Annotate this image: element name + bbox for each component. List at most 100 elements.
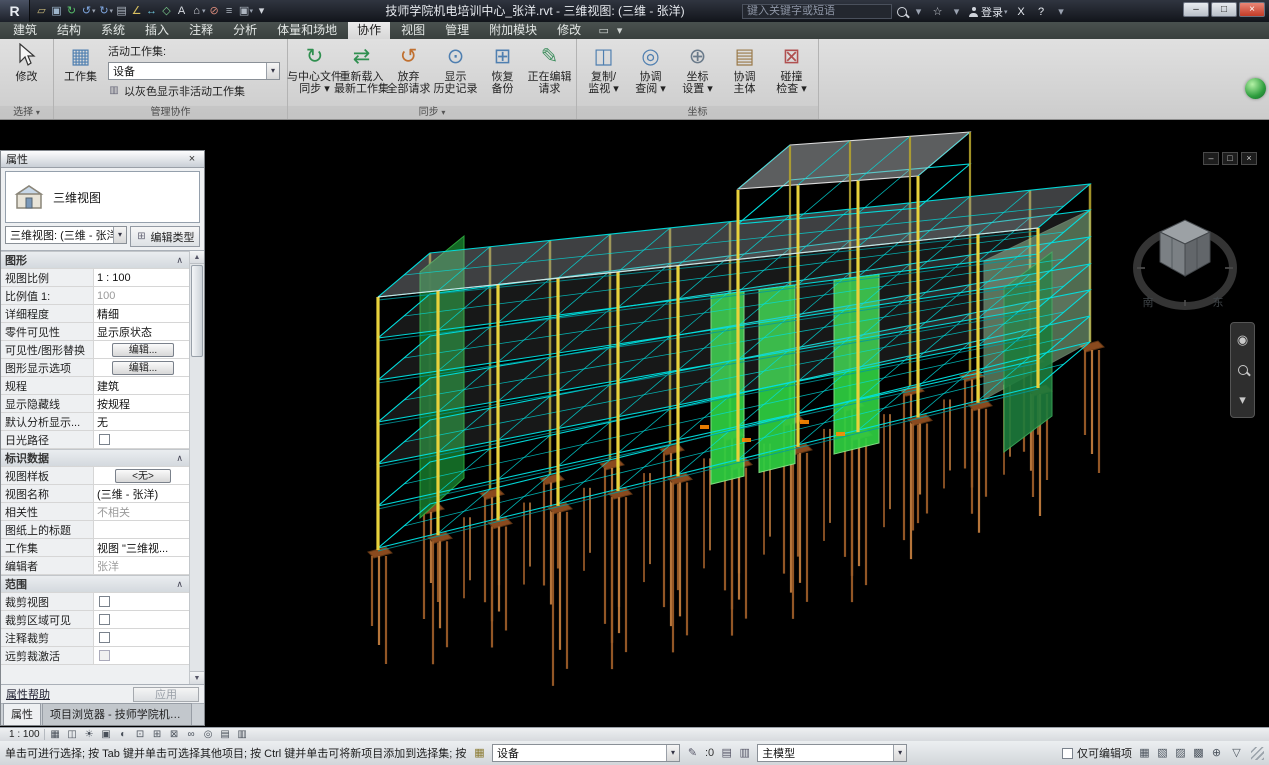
sync-with-central-button[interactable]: ↻与中心文件同步 ▾ (291, 41, 338, 95)
view-restore-button[interactable]: □ (1222, 152, 1238, 165)
chevron-down-icon[interactable]: ▾ (666, 745, 679, 761)
editing-requests-button[interactable]: ✎正在编辑请求 (526, 41, 573, 95)
ribbon-tab-建筑[interactable]: 建筑 (4, 19, 46, 39)
design-options-icon[interactable]: ▤ (719, 745, 734, 761)
close-button[interactable]: × (1239, 2, 1265, 17)
temporary-view-properties-icon[interactable]: ▥ (236, 729, 249, 741)
reload-latest-button[interactable]: ⇄重新载入最新工作集 (338, 41, 385, 95)
communication-center-icon[interactable] (1245, 78, 1266, 99)
property-row[interactable]: 视图比例1 : 100 (1, 269, 189, 287)
scroll-down-icon[interactable]: ▼ (190, 671, 204, 684)
steering-wheel-icon[interactable]: ◉ (1235, 332, 1250, 348)
redo-dropdown-icon[interactable]: ▾ (110, 7, 114, 15)
print-icon[interactable]: ▤ (114, 3, 129, 19)
qat-customize-icon[interactable]: ▾ (254, 3, 269, 19)
ribbon-tab-协作[interactable]: 协作 (348, 19, 390, 39)
worksets-status-icon[interactable]: ▦ (472, 745, 487, 761)
select-pinned-toggle-icon[interactable]: ▨ (1173, 745, 1188, 761)
editing-requests-status-icon[interactable]: ✎ (685, 745, 700, 761)
workset-status-select[interactable]: 设备 ▾ (492, 744, 680, 762)
show-crop-region-icon[interactable]: ⊞ (151, 729, 164, 741)
restore-backup-button[interactable]: ⊞恢复备份 (479, 41, 526, 95)
open-icon[interactable]: ▱ (34, 3, 49, 19)
active-workset-select[interactable]: 设备 ▾ (108, 62, 280, 80)
search-dropdown-icon[interactable]: ▾ (911, 4, 926, 20)
ribbon-tab-管理[interactable]: 管理 (436, 19, 478, 39)
properties-help-link[interactable]: 属性帮助 (6, 686, 50, 702)
unlocked-view-icon[interactable]: ⊠ (168, 729, 181, 741)
ribbon-tab-修改[interactable]: 修改 (548, 19, 590, 39)
aligned-dimension-icon[interactable]: ↔ (144, 3, 159, 19)
text-icon[interactable]: A (174, 3, 189, 19)
properties-title-bar[interactable]: 属性 × (1, 151, 204, 168)
property-row[interactable]: 视图样板<无> (1, 467, 189, 485)
copy-monitor-button[interactable]: ◫复制/监视 ▾ (580, 41, 627, 95)
property-row[interactable]: 规程建筑 (1, 377, 189, 395)
signin-button[interactable]: 登录 ▾ (969, 4, 1009, 20)
checkbox-icon[interactable] (99, 596, 110, 607)
property-group-header[interactable]: 范围∧ (1, 575, 189, 593)
property-group-header[interactable]: 图形∧ (1, 251, 189, 269)
tag-icon[interactable]: ◇ (159, 3, 174, 19)
gray-inactive-worksets-toggle[interactable]: ▥ 以灰色显示非活动工作集 (108, 83, 280, 99)
filter-icon[interactable]: ▽ (1229, 745, 1244, 761)
apply-button[interactable]: 应用 (133, 687, 199, 702)
property-row[interactable]: 显示隐藏线按规程 (1, 395, 189, 413)
chevron-down-icon[interactable]: ▾ (266, 63, 279, 79)
coordination-review-button[interactable]: ◎协调查阅 ▾ (627, 41, 674, 95)
view-close-button[interactable]: × (1241, 152, 1257, 165)
default-3d-view-dropdown-icon[interactable]: ▾ (202, 7, 206, 15)
chevron-up-icon[interactable]: ∧ (176, 453, 189, 464)
scroll-up-icon[interactable]: ▲ (190, 251, 204, 264)
undo-dropdown-icon[interactable]: ▾ (92, 7, 96, 15)
detail-level-icon[interactable]: ▦ (49, 729, 62, 741)
property-row[interactable]: 图形显示选项编辑... (1, 359, 189, 377)
modify-button[interactable]: 修改 (3, 41, 50, 83)
property-edit-button[interactable]: 编辑... (112, 361, 174, 375)
temporary-hide-isolate-icon[interactable]: ∞ (185, 729, 198, 741)
worksharing-display-icon[interactable]: ▤ (219, 729, 232, 741)
search-input[interactable]: 键入关键字或短语 (742, 4, 892, 19)
chevron-down-icon[interactable]: ▾ (893, 745, 906, 761)
tab-properties[interactable]: 属性 (3, 703, 41, 725)
ribbon-tab-系统[interactable]: 系统 (92, 19, 134, 39)
ribbon-tab-视图[interactable]: 视图 (392, 19, 434, 39)
coordination-settings-button[interactable]: ⊕坐标设置 ▾ (674, 41, 721, 95)
show-rendering-dialog-icon[interactable]: ◐ (117, 729, 130, 741)
view-minimize-button[interactable]: – (1203, 152, 1219, 165)
property-row[interactable]: 默认分析显示...无 (1, 413, 189, 431)
measure-icon[interactable]: ∠ (129, 3, 144, 19)
thin-lines-icon[interactable]: ≡ (222, 3, 237, 19)
ribbon-tab-分析[interactable]: 分析 (224, 19, 266, 39)
ribbon-state-icon[interactable]: ▭ (596, 23, 611, 39)
search-icon[interactable] (897, 7, 907, 17)
edit-type-button[interactable]: ⊞ 编辑类型 (130, 226, 200, 247)
ribbon-state-dropdown-icon[interactable]: ▾ (612, 23, 627, 39)
property-scrollbar[interactable]: ▲ ▼ (189, 251, 204, 684)
property-row[interactable]: 日光路径 (1, 431, 189, 449)
section-icon[interactable]: ⊘ (207, 3, 222, 19)
scrollbar-thumb[interactable] (191, 265, 203, 357)
help-dropdown-icon[interactable]: ▾ (1054, 4, 1069, 20)
shadows-icon[interactable]: ▣ (100, 729, 113, 741)
select-underlay-toggle-icon[interactable]: ▧ (1155, 745, 1170, 761)
property-edit-button[interactable]: 编辑... (112, 343, 174, 357)
navbar-more-icon[interactable]: ▾ (1235, 392, 1250, 408)
viewcube-south-label[interactable]: 南 (1143, 296, 1154, 309)
viewcube-east-label[interactable]: 东 (1213, 296, 1224, 309)
ribbon-tab-结构[interactable]: 结构 (48, 19, 90, 39)
instance-selector[interactable]: 三维视图: (三维 - 张洋) ▾ (5, 226, 127, 244)
checkbox-icon[interactable] (99, 632, 110, 643)
drag-on-selection-toggle-icon[interactable]: ⊕ (1209, 745, 1224, 761)
property-row[interactable]: 相关性不相关 (1, 503, 189, 521)
property-row[interactable]: 视图名称(三维 - 张洋) (1, 485, 189, 503)
property-row[interactable]: 裁剪视图 (1, 593, 189, 611)
save-icon[interactable]: ▣ (49, 3, 64, 19)
checkbox-icon[interactable] (99, 650, 110, 661)
ribbon-tab-附加模块[interactable]: 附加模块 (480, 19, 546, 39)
property-row[interactable]: 工作集视图 "三维视... (1, 539, 189, 557)
chevron-up-icon[interactable]: ∧ (176, 255, 189, 266)
property-row[interactable]: 编辑者张洋 (1, 557, 189, 575)
checkbox-icon[interactable] (99, 434, 110, 445)
property-row[interactable]: 远剪裁激活 (1, 647, 189, 665)
